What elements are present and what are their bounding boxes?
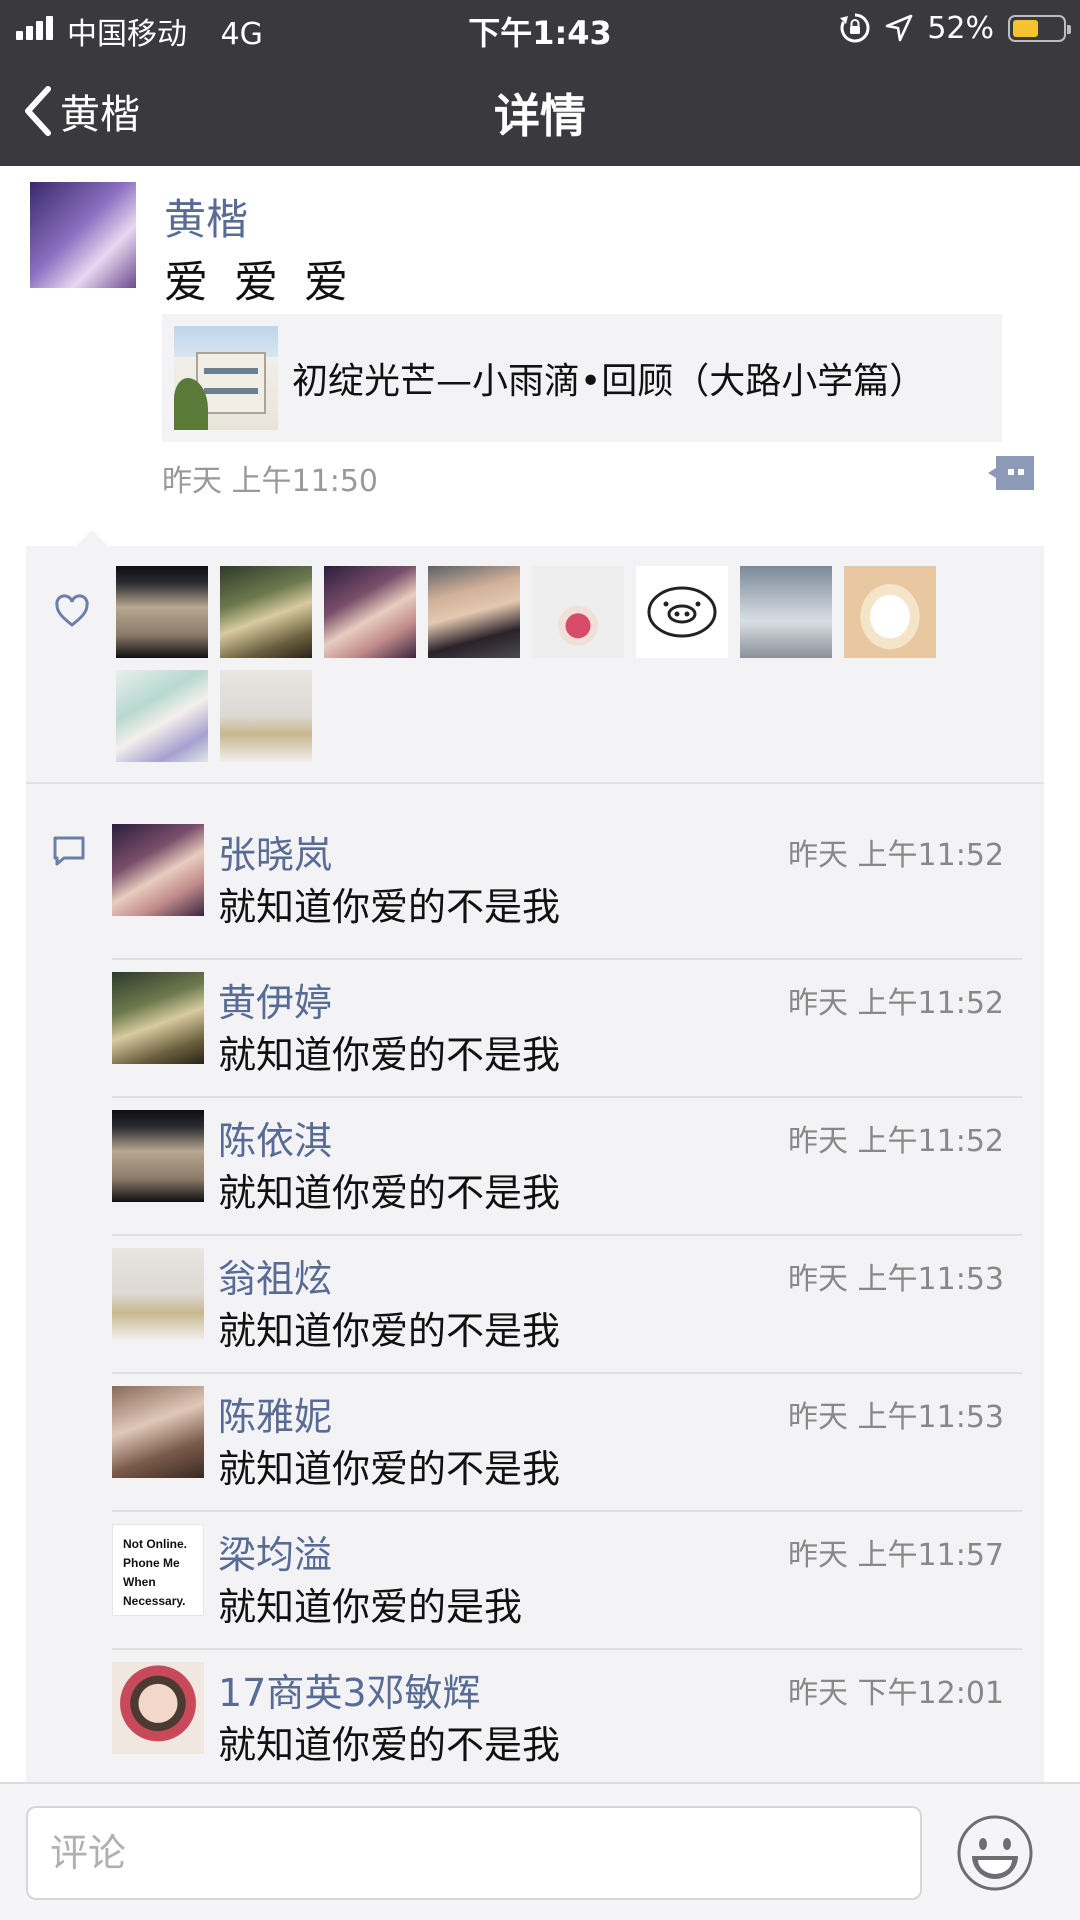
comment-text: 就知道你爱的不是我 [218,885,561,929]
comment-text: 就知道你爱的不是我 [218,1309,561,1353]
chevron-left-icon [25,86,51,136]
like-avatar[interactable] [740,566,832,658]
comment-time: 昨天 上午11:53 [788,1400,1004,1435]
comment-icon [53,836,85,866]
like-avatar[interactable] [532,566,624,658]
post-text: 爱 爱 爱 [164,257,354,308]
divider [112,1096,1022,1098]
link-title: 初绽光芒—小雨滴•回顾（大路小学篇） [292,361,926,402]
more-actions-icon[interactable] [986,454,1036,492]
like-avatar[interactable] [844,566,936,658]
like-avatar[interactable] [324,566,416,658]
divider [112,1510,1022,1512]
like-avatar[interactable] [220,670,312,762]
commenter-avatar[interactable] [112,972,204,1064]
link-thumbnail [174,326,278,430]
top-bar: 中国移动 4G 下午1:43 52% 黄楷 详情 [0,0,1080,166]
divider [112,1234,1022,1236]
post-time: 昨天 上午11:50 [162,464,378,499]
comment-text: 就知道你爱的不是我 [218,1171,561,1215]
orientation-lock-icon [840,13,870,43]
battery-percent: 52% [927,10,994,46]
emoji-icon[interactable] [956,1814,1034,1892]
page-title: 详情 [494,89,586,143]
comment-text: 就知道你爱的不是我 [218,1723,561,1767]
location-icon [886,14,913,42]
nav-bar: 黄楷 详情 [0,56,1080,166]
commenter-avatar[interactable] [112,1386,204,1478]
commenter-name[interactable]: 张晓岚 [218,824,332,879]
commenter-name[interactable]: 黄伊婷 [218,972,332,1027]
comment-text: 就知道你爱的不是我 [218,1447,561,1491]
commenter-name[interactable]: 陈依淇 [218,1110,332,1165]
status-right: 52% [839,8,1071,48]
like-avatar[interactable] [636,566,728,658]
comment-time: 昨天 上午11:57 [788,1538,1004,1573]
back-label: 黄楷 [60,92,140,138]
comment-input-bar [0,1782,1080,1920]
moment-post: 黄楷 爱 爱 爱 初绽光芒—小雨滴•回顾（大路小学篇） 昨天 上午11:50 [0,166,1080,546]
shared-link-card[interactable]: 初绽光芒—小雨滴•回顾（大路小学篇） [162,314,1002,442]
comment-time: 昨天 下午12:01 [788,1676,1004,1711]
back-button[interactable]: 黄楷 [22,84,140,138]
like-avatar[interactable] [116,670,208,762]
comment-time: 昨天 上午11:52 [788,986,1004,1021]
comment-time: 昨天 上午11:53 [788,1262,1004,1297]
comment-text: 就知道你爱的不是我 [218,1033,561,1077]
commenter-name[interactable]: 陈雅妮 [218,1386,332,1441]
divider [112,958,1022,960]
comment-time: 昨天 上午11:52 [788,1124,1004,1159]
panel-pointer [76,530,108,546]
divider [112,1648,1022,1650]
commenter-avatar[interactable]: Not Online. Phone Me When Necessary. [112,1524,204,1616]
like-avatar[interactable] [116,566,208,658]
heart-icon [55,594,89,627]
divider [112,1372,1022,1374]
likes-section [26,546,1044,784]
author-avatar[interactable] [30,182,136,288]
comment-text: 就知道你爱的是我 [218,1585,523,1629]
commenter-avatar[interactable] [112,1248,204,1340]
commenter-name[interactable]: 梁均溢 [218,1524,332,1579]
battery-icon [1008,14,1071,42]
commenter-avatar[interactable] [112,1110,204,1202]
commenter-avatar[interactable] [112,1662,204,1754]
interaction-panel: 张晓岚 昨天 上午11:52 就知道你爱的不是我 黄伊婷 昨天 上午11:52 就知道你爱… [26,530,1044,1782]
divider [26,782,1044,784]
status-bar: 中国移动 4G 下午1:43 52% [0,0,1080,56]
battery-level [1013,19,1038,37]
comment-input[interactable] [26,1806,922,1900]
commenter-name[interactable]: 翁祖炫 [218,1248,332,1303]
commenter-name[interactable]: 17商英3邓敏辉 [218,1662,481,1717]
comment-time: 昨天 上午11:52 [788,838,1004,873]
like-avatar[interactable] [428,566,520,658]
like-avatar[interactable] [220,566,312,658]
commenter-avatar[interactable] [112,824,204,916]
author-name[interactable]: 黄楷 [164,186,248,247]
